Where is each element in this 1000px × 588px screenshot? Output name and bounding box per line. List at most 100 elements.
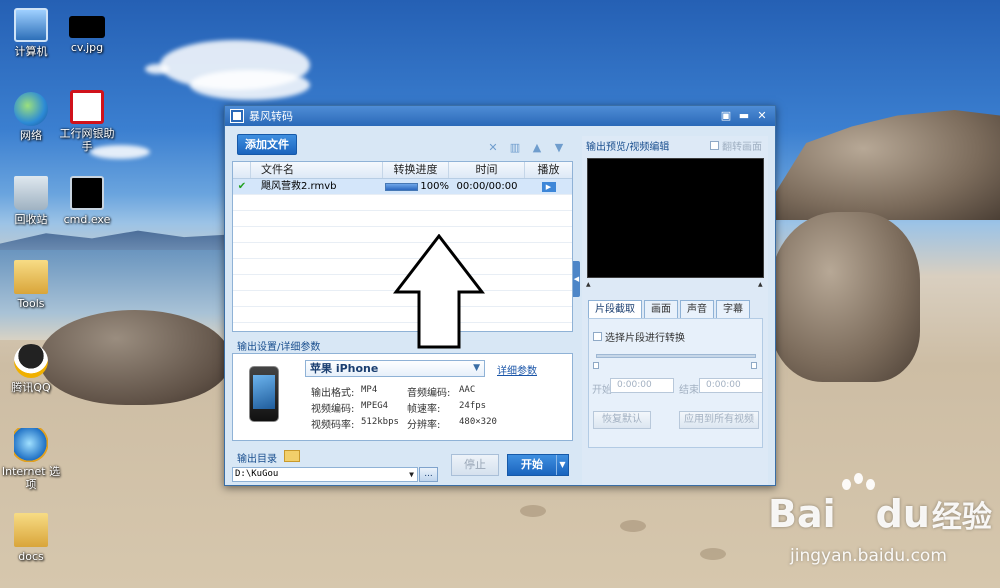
window-title: 暴风转码: [249, 110, 293, 123]
desktop-icon-network[interactable]: 网络: [0, 92, 62, 142]
end-time-label: 结束: [679, 385, 699, 396]
param-fps-value: 24fps: [459, 401, 487, 411]
desktop-icon-icbc[interactable]: 工行网银助手: [56, 90, 118, 153]
transcoder-window: 暴风转码 ▣ ▬ ✕ 添加文件 ✕ ▥ ▲ ▼ 文件名 转换进度 时间 播放 ✔…: [224, 105, 776, 486]
folder-icon: [14, 260, 48, 294]
baidu-watermark: Bai du经验: [768, 473, 992, 536]
output-path-field[interactable]: D:\KuGou ▼: [232, 467, 418, 482]
preview-panel: 输出预览/视频编辑 翻转画面 ▲ ▲ 片段截取 画面 声音 字幕 选择片段进行转…: [582, 136, 768, 485]
chevron-down-icon[interactable]: ▼: [409, 468, 414, 481]
chevron-down-icon[interactable]: ▼: [556, 455, 568, 475]
desktop-icon-computer[interactable]: 计算机: [0, 8, 62, 58]
table-row: [233, 211, 572, 227]
annotation-up-arrow-icon: [393, 234, 485, 349]
play-icon[interactable]: ▶: [541, 182, 556, 192]
arrow-up-icon[interactable]: ▲: [531, 142, 543, 154]
clip-end-handle[interactable]: [751, 362, 757, 369]
start-button[interactable]: 开始 ▼: [507, 454, 569, 476]
preview-scroll-marker-left: ▲: [586, 281, 591, 288]
list-toolbar: ✕ ▥ ▲ ▼: [487, 142, 565, 154]
close-icon[interactable]: ✕: [755, 109, 769, 123]
column-progress[interactable]: 转换进度: [383, 162, 449, 178]
param-res-label: 分辨率:: [407, 420, 441, 431]
window-titlebar[interactable]: 暴风转码 ▣ ▬ ✕: [225, 106, 775, 126]
desktop-icon-internet-options[interactable]: Internet 选项: [0, 428, 62, 491]
browse-button[interactable]: ...: [419, 467, 438, 482]
bank-icon: [70, 90, 104, 124]
start-time-field[interactable]: 0:00:00: [610, 378, 674, 393]
app-logo-icon: [230, 109, 244, 123]
image-file-icon: [69, 16, 105, 38]
detail-params-link[interactable]: 详细参数: [497, 362, 537, 377]
progress-cell: 100%: [383, 179, 449, 194]
iphone-device-icon: [249, 366, 279, 422]
param-video-value: MPEG4: [361, 401, 389, 411]
recycle-bin-icon: [14, 176, 48, 210]
reset-button[interactable]: 恢复默认: [593, 411, 651, 429]
file-list-header: 文件名 转换进度 时间 播放: [233, 162, 572, 179]
param-bitrate-label: 视频码率:: [311, 420, 355, 431]
tab-clip[interactable]: 片段截取: [588, 300, 642, 319]
check-icon: ✔: [237, 181, 247, 192]
internet-options-icon: [14, 428, 48, 462]
menu-icon[interactable]: ▣: [719, 109, 733, 123]
end-time-field[interactable]: 0:00:00: [699, 378, 763, 393]
preview-scroll-marker-right: ▲: [758, 281, 763, 288]
computer-icon: [14, 8, 48, 42]
checkbox-icon: [710, 141, 719, 150]
device-select[interactable]: 苹果 iPhone ▼: [305, 360, 485, 377]
param-video-label: 视频编码:: [311, 404, 355, 415]
remove-icon[interactable]: ✕: [487, 142, 499, 154]
open-folder-icon[interactable]: [284, 450, 300, 462]
network-icon: [14, 92, 48, 126]
qq-penguin-icon: [14, 344, 48, 378]
param-audio-label: 音频编码:: [407, 388, 451, 399]
column-time[interactable]: 时间: [449, 162, 525, 178]
file-time: 00:00/00:00: [456, 181, 518, 192]
tab-subtitle[interactable]: 字幕: [716, 300, 750, 319]
desktop-icon-docs[interactable]: docs: [0, 513, 62, 563]
table-row: [233, 195, 572, 211]
apply-all-button[interactable]: 应用到所有视频: [679, 411, 759, 429]
clip-slider[interactable]: [596, 354, 756, 358]
terminal-icon: [70, 176, 104, 210]
clip-panel: 选择片段进行转换 开始 0:00:00 结束 0:00:00 恢复默认 应用到所…: [588, 318, 763, 448]
minimize-icon[interactable]: ▬: [737, 109, 751, 123]
param-bitrate-value: 512kbps: [361, 417, 399, 427]
desktop-icon-qq[interactable]: 腾讯QQ: [0, 344, 62, 394]
desktop-icon-cmd[interactable]: cmd.exe: [56, 176, 118, 226]
add-file-button[interactable]: 添加文件: [237, 134, 297, 155]
clip-start-handle[interactable]: [593, 362, 599, 369]
desktop-icon-cv-jpg[interactable]: cv.jpg: [56, 10, 118, 54]
output-dir-label: 输出目录: [237, 454, 277, 465]
file-list: 文件名 转换进度 时间 播放 ✔ 飓风营救2.rmvb 100% 00:00/0…: [232, 161, 573, 349]
desktop-icon-tools[interactable]: Tools: [0, 260, 62, 310]
param-audio-value: AAC: [459, 385, 476, 395]
preview-label: 输出预览/视频编辑: [586, 142, 670, 153]
stop-button[interactable]: 停止: [451, 454, 499, 476]
checkbox-icon: [593, 332, 602, 341]
start-time-label: 开始: [592, 385, 612, 396]
window-body: 添加文件 ✕ ▥ ▲ ▼ 文件名 转换进度 时间 播放 ✔ 飓风营救2.rmvb…: [225, 126, 775, 485]
file-name: 飓风营救2.rmvb: [261, 181, 337, 192]
table-row[interactable]: ✔ 飓风营救2.rmvb 100% 00:00/00:00 ▶: [233, 179, 572, 195]
output-settings-label: 输出设置/详细参数: [237, 342, 321, 353]
tab-picture[interactable]: 画面: [644, 300, 678, 319]
param-fps-label: 帧速率:: [407, 404, 441, 415]
trash-icon[interactable]: ▥: [509, 142, 521, 154]
arrow-down-icon[interactable]: ▼: [553, 142, 565, 154]
clip-checkbox[interactable]: 选择片段进行转换: [593, 329, 685, 344]
flip-checkbox[interactable]: 翻转画面: [710, 138, 762, 153]
output-settings-panel: 苹果 iPhone ▼ 详细参数 输出格式: MP4 音频编码: AAC 视频编…: [232, 353, 573, 441]
baidu-url: jingyan.baidu.com: [790, 546, 947, 566]
column-filename[interactable]: 文件名: [251, 162, 383, 178]
desktop-icon-recycle-bin[interactable]: 回收站: [0, 176, 62, 226]
column-play[interactable]: 播放: [525, 162, 572, 178]
progress-text: 100%: [420, 181, 449, 192]
edit-tabs: 片段截取 画面 声音 字幕: [588, 300, 750, 319]
progress-bar: [385, 182, 419, 191]
video-preview: [587, 158, 764, 278]
folder-icon: [14, 513, 48, 547]
collapse-panel-handle[interactable]: ◀: [573, 261, 580, 297]
tab-audio[interactable]: 声音: [680, 300, 714, 319]
